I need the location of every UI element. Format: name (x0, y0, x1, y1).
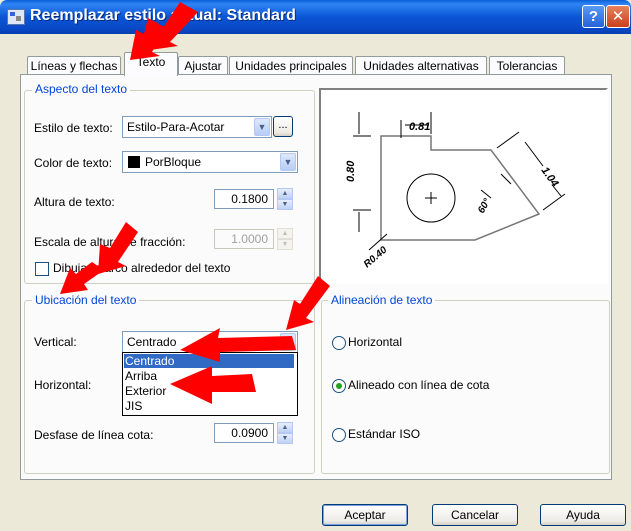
arrow-escala-icon (98, 222, 138, 274)
arrow-centrado-icon (180, 328, 296, 362)
annotation-arrows (60, 2, 330, 404)
arrow-arriba-icon (170, 366, 256, 404)
arrow-ubicacion-icon (60, 262, 104, 294)
arrow-dropdown-icon (286, 276, 330, 330)
